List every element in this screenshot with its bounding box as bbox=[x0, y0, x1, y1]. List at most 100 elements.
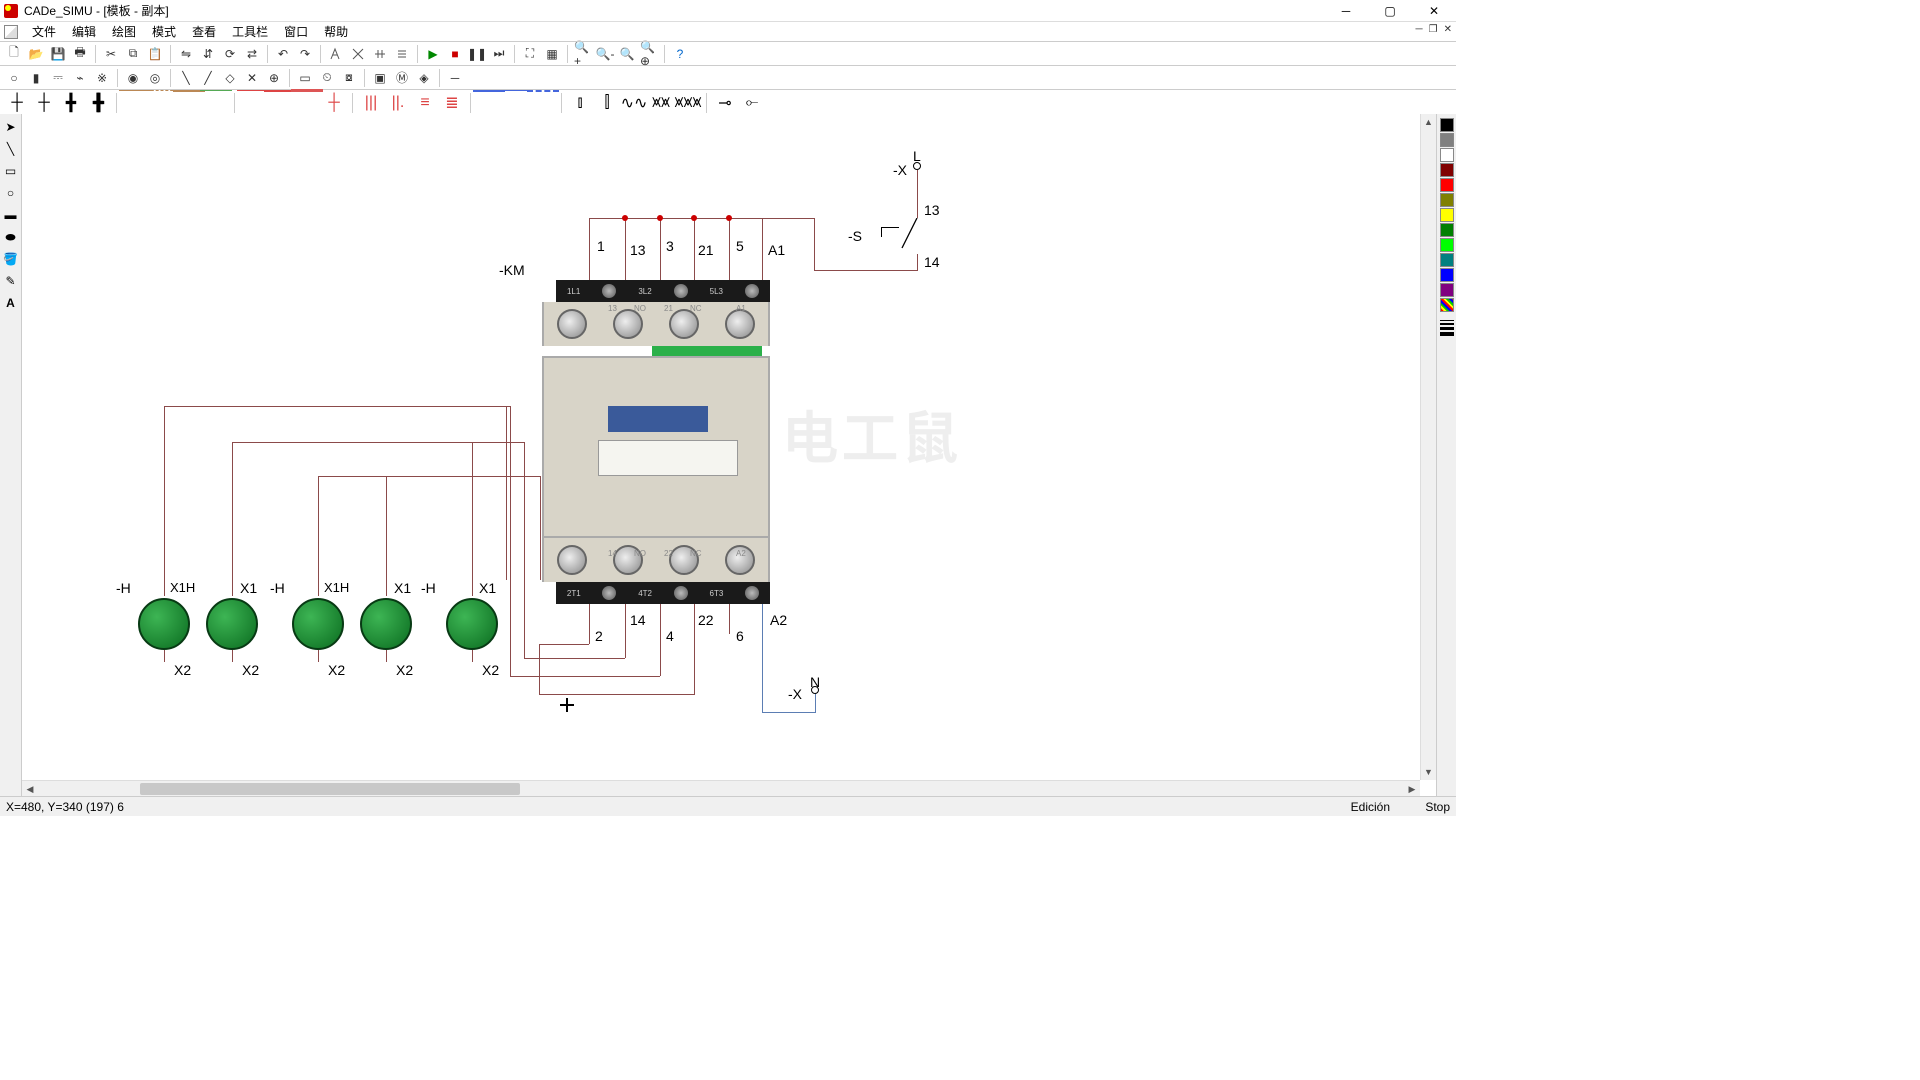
lineweight-1[interactable] bbox=[1440, 320, 1454, 322]
open-icon[interactable]: 📂 bbox=[26, 44, 46, 64]
conn-coil-icon[interactable]: ∿∿ bbox=[621, 92, 647, 114]
comp-no-icon[interactable]: ╲ bbox=[176, 68, 196, 88]
vertical-scrollbar[interactable]: ▲ ▼ bbox=[1420, 114, 1436, 780]
comp-counter-icon[interactable]: ⧇ bbox=[339, 68, 359, 88]
flip-v-icon[interactable]: ⇵ bbox=[198, 44, 218, 64]
circle-icon[interactable]: ○ bbox=[2, 184, 20, 202]
conn-red3-icon[interactable] bbox=[294, 92, 320, 114]
color-red[interactable] bbox=[1440, 178, 1454, 192]
window-mode-icon[interactable]: ▦ bbox=[542, 44, 562, 64]
menu-mode[interactable]: 模式 bbox=[144, 21, 184, 42]
conn-cap2-icon[interactable]: ⫿ bbox=[594, 92, 620, 114]
conn-bus3b-icon[interactable]: ||. bbox=[385, 92, 411, 114]
text-icon[interactable]: A bbox=[2, 294, 20, 312]
comp-change-icon[interactable]: ◇ bbox=[220, 68, 240, 88]
tool-b-icon[interactable] bbox=[348, 44, 368, 64]
maximize-button[interactable]: ▢ bbox=[1368, 0, 1412, 22]
rect-icon[interactable]: ▭ bbox=[2, 162, 20, 180]
mirror-icon[interactable]: ⇄ bbox=[242, 44, 262, 64]
rotate-icon[interactable]: ⟳ bbox=[220, 44, 240, 64]
conn-line-thin-icon[interactable] bbox=[122, 92, 148, 114]
minimize-button[interactable]: ─ bbox=[1324, 0, 1368, 22]
tool-a-icon[interactable] bbox=[326, 44, 346, 64]
help-icon[interactable]: ? bbox=[670, 44, 690, 64]
conn-line-dash-icon[interactable] bbox=[149, 92, 175, 114]
mdi-restore-button[interactable]: ❐ bbox=[1429, 24, 1438, 35]
conn-line-green-icon[interactable] bbox=[203, 92, 229, 114]
color-green[interactable] bbox=[1440, 223, 1454, 237]
new-icon[interactable]: 🗋 bbox=[4, 44, 24, 64]
comp-source-icon[interactable]: ○ bbox=[4, 68, 24, 88]
step-icon[interactable]: ⏭ bbox=[489, 44, 509, 64]
redo-icon[interactable]: ↷ bbox=[295, 44, 315, 64]
conn-cross1-icon[interactable]: ┼ bbox=[4, 92, 30, 114]
comp-line-icon[interactable]: ─ bbox=[445, 68, 465, 88]
conn-res-icon[interactable]: ⩙⩙ bbox=[648, 92, 674, 114]
save-icon[interactable]: 💾 bbox=[48, 44, 68, 64]
line-icon[interactable]: ╲ bbox=[2, 140, 20, 158]
window-fit-icon[interactable]: ⛶ bbox=[520, 44, 540, 64]
comp-timer-icon[interactable]: ⏲ bbox=[317, 68, 337, 88]
canvas[interactable]: 电工鼠 bbox=[22, 114, 1436, 796]
close-button[interactable]: ✕ bbox=[1412, 0, 1456, 22]
horizontal-scrollbar[interactable]: ◀ ▶ bbox=[22, 780, 1420, 796]
comp-relay-icon[interactable]: ▭ bbox=[295, 68, 315, 88]
menu-draw[interactable]: 绘图 bbox=[104, 21, 144, 42]
paste-icon[interactable]: 📋 bbox=[145, 44, 165, 64]
menu-help[interactable]: 帮助 bbox=[316, 21, 356, 42]
comp-motor-icon[interactable]: Ⓜ bbox=[392, 68, 412, 88]
conn-cross2-icon[interactable]: ┼ bbox=[31, 92, 57, 114]
conn-red2-icon[interactable] bbox=[267, 92, 293, 114]
color-lime[interactable] bbox=[1440, 238, 1454, 252]
conn-bus3-icon[interactable]: ||| bbox=[358, 92, 384, 114]
lineweight-4[interactable] bbox=[1440, 332, 1454, 337]
lineweight-2[interactable] bbox=[1440, 323, 1454, 326]
tool-d-icon[interactable] bbox=[392, 44, 412, 64]
conn-red-cross-icon[interactable]: ┼ bbox=[321, 92, 347, 114]
undo-icon[interactable]: ↶ bbox=[273, 44, 293, 64]
conn-list2-icon[interactable]: ≣ bbox=[439, 92, 465, 114]
lineweight-3[interactable] bbox=[1440, 327, 1454, 331]
conn-cross4-icon[interactable]: ╋ bbox=[85, 92, 111, 114]
comp-fuse-icon[interactable]: ▮ bbox=[26, 68, 46, 88]
comp-coil-icon[interactable]: ▣ bbox=[370, 68, 390, 88]
color-hatch[interactable] bbox=[1440, 298, 1454, 312]
comp-filter-icon[interactable]: ※ bbox=[92, 68, 112, 88]
color-white[interactable] bbox=[1440, 148, 1454, 162]
scroll-up-icon[interactable]: ▲ bbox=[1421, 114, 1436, 130]
scroll-left-icon[interactable]: ◀ bbox=[22, 781, 38, 796]
mdi-close-button[interactable]: ✕ bbox=[1444, 24, 1452, 35]
comp-breaker-icon[interactable]: ⎓ bbox=[48, 68, 68, 88]
stop-icon[interactable]: ■ bbox=[445, 44, 465, 64]
conn-line-thick-icon[interactable] bbox=[176, 92, 202, 114]
paint-icon[interactable]: 🪣 bbox=[2, 250, 20, 268]
conn-res2-icon[interactable]: ⩙⩙⩙ bbox=[675, 92, 701, 114]
zoom-fit-icon[interactable]: 🔍 bbox=[617, 44, 637, 64]
zoom-all-icon[interactable]: 🔍⊕ bbox=[639, 44, 659, 64]
conn-term-icon[interactable]: ⊸ bbox=[712, 92, 738, 114]
mdi-icon[interactable] bbox=[4, 25, 18, 39]
color-teal[interactable] bbox=[1440, 253, 1454, 267]
menu-view[interactable]: 查看 bbox=[184, 21, 224, 42]
color-gray[interactable] bbox=[1440, 133, 1454, 147]
conn-blue1-icon[interactable] bbox=[476, 92, 502, 114]
flip-h-icon[interactable]: ⇋ bbox=[176, 44, 196, 64]
menu-file[interactable]: 文件 bbox=[24, 21, 64, 42]
comp-switch-icon[interactable]: ◎ bbox=[145, 68, 165, 88]
comp-center-icon[interactable]: ⊕ bbox=[264, 68, 284, 88]
comp-push-icon[interactable]: ◉ bbox=[123, 68, 143, 88]
comp-nc-icon[interactable]: ╱ bbox=[198, 68, 218, 88]
comp-cross-icon[interactable]: ✕ bbox=[242, 68, 262, 88]
menu-window[interactable]: 窗口 bbox=[276, 21, 316, 42]
cut-icon[interactable]: ✂ bbox=[101, 44, 121, 64]
conn-term2-icon[interactable]: ⟜ bbox=[739, 92, 765, 114]
menu-toolbar[interactable]: 工具栏 bbox=[224, 21, 276, 42]
conn-cross3-icon[interactable]: ╋ bbox=[58, 92, 84, 114]
color-black[interactable] bbox=[1440, 118, 1454, 132]
pencil-icon[interactable]: ✎ bbox=[2, 272, 20, 290]
play-icon[interactable]: ▶ bbox=[423, 44, 443, 64]
tool-c-icon[interactable] bbox=[370, 44, 390, 64]
conn-red1-icon[interactable] bbox=[240, 92, 266, 114]
comp-protect-icon[interactable]: ⌁ bbox=[70, 68, 90, 88]
copy-icon[interactable]: ⧉ bbox=[123, 44, 143, 64]
